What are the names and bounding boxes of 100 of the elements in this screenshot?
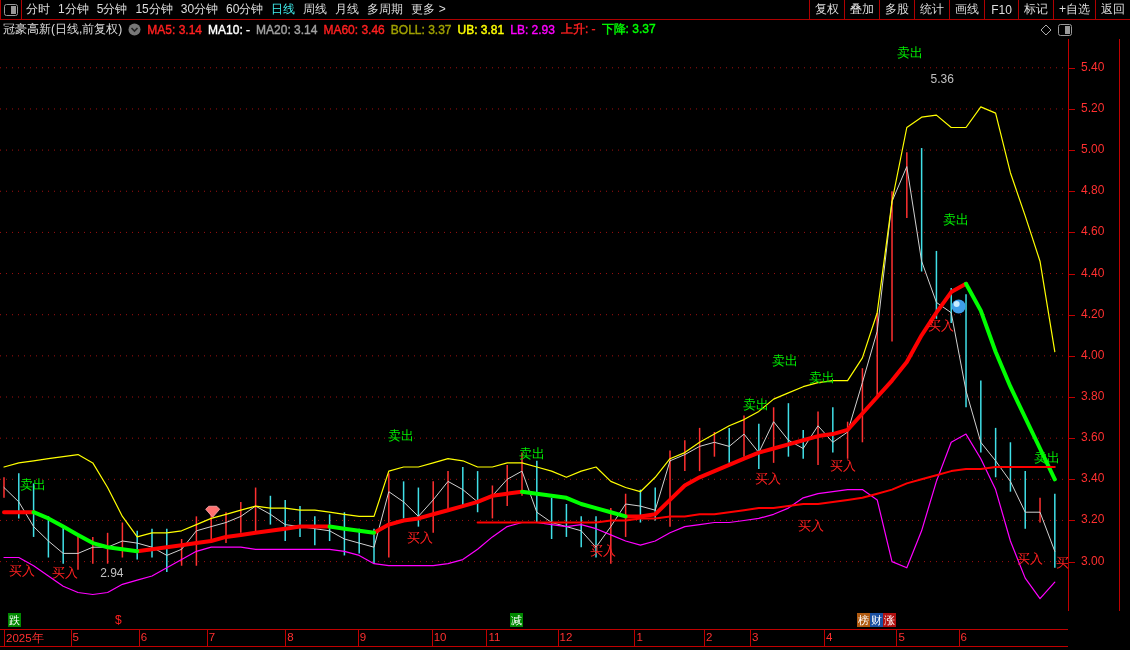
candlestick — [906, 151, 908, 219]
candlestick — [506, 464, 508, 507]
event-tag[interactable]: 跌 — [8, 613, 22, 627]
date-axis-label: 5 — [898, 631, 905, 643]
candlestick — [417, 486, 420, 528]
period-tab[interactable]: 30分钟 — [176, 0, 223, 19]
toolbar-button[interactable]: +自选 — [1053, 0, 1095, 19]
indicator-value: MA5: 3.14 — [147, 22, 203, 37]
price-axis-label: 4.20 — [1081, 306, 1105, 321]
candlestick — [698, 427, 701, 472]
candlestick — [1009, 441, 1012, 493]
price-axis-label: 3.40 — [1081, 471, 1105, 486]
candlestick — [639, 488, 642, 524]
price-axis-label: 5.00 — [1081, 142, 1105, 157]
candlestick — [846, 420, 849, 460]
date-axis-label: 12 — [559, 631, 573, 643]
toolbar-button[interactable]: 多股 — [879, 0, 914, 19]
candlestick — [299, 505, 301, 538]
sell-signal: 卖出 — [20, 476, 46, 492]
candlestick — [491, 484, 494, 520]
event-tag[interactable]: 榜 — [856, 613, 870, 627]
price-axis-label: 4.60 — [1081, 224, 1105, 239]
price-axis-label: 4.00 — [1081, 347, 1105, 362]
period-tab[interactable]: 周线 — [299, 0, 332, 19]
toolbar-button[interactable]: 统计 — [914, 0, 949, 19]
price-axis-label: 3.00 — [1081, 553, 1105, 568]
toolbar-button[interactable]: 标记 — [1018, 0, 1053, 19]
price-axis-label: 5.40 — [1081, 59, 1105, 74]
candlestick — [343, 511, 346, 557]
toolbar-button[interactable]: 画线 — [949, 0, 984, 19]
price-label: 5.36 — [930, 72, 954, 87]
period-tab[interactable]: 日线 — [267, 0, 300, 19]
period-tab[interactable]: 60分钟 — [222, 0, 268, 19]
candlestick — [950, 287, 952, 324]
panel-toggle-button[interactable] — [0, 0, 22, 19]
toolbar-button[interactable]: 复权 — [809, 0, 844, 19]
sell-signal: 卖出 — [772, 353, 799, 369]
dropdown-icon[interactable] — [128, 23, 142, 36]
sell-signal: 卖出 — [519, 446, 546, 462]
candlestick — [580, 515, 582, 548]
sell-signal: 卖出 — [387, 427, 414, 443]
candlestick — [328, 513, 331, 542]
candlestick — [565, 503, 568, 538]
candlestick — [269, 495, 272, 526]
buy-signal: 买入 — [1016, 551, 1043, 566]
candlestick — [3, 476, 5, 499]
ball-icon — [951, 299, 966, 314]
candlestick — [728, 427, 730, 464]
period-tab[interactable]: 15分钟 — [131, 0, 177, 19]
candlestick — [743, 414, 745, 458]
candlestick — [18, 472, 20, 520]
date-axis-label: 2025年 — [6, 631, 44, 646]
sell-signal: 卖出 — [942, 211, 969, 227]
sell-signal: 卖出 — [809, 369, 836, 385]
period-tab[interactable]: 分时 — [22, 0, 54, 19]
candlestick — [373, 527, 375, 565]
period-tab[interactable]: 1分钟 — [54, 0, 93, 19]
price-axis-label: 4.80 — [1081, 183, 1105, 198]
toolbar-button[interactable]: 返回 — [1095, 0, 1130, 19]
candlestick — [240, 501, 242, 534]
buy-signal: 买入 — [754, 470, 781, 486]
date-axis-label: 1 — [636, 631, 643, 643]
date-axis-label: 4 — [825, 631, 833, 643]
gem-icon — [205, 505, 221, 518]
candlestick — [758, 423, 760, 470]
candlestick — [536, 460, 538, 524]
date-axis-label: 6 — [960, 631, 967, 643]
candlestick — [151, 527, 153, 559]
candlestick — [550, 497, 553, 540]
period-tab[interactable]: 5分钟 — [92, 0, 132, 19]
period-tab[interactable]: 月线 — [331, 0, 364, 19]
period-tab[interactable]: 多周期 — [363, 0, 408, 19]
candlestick — [624, 492, 627, 538]
date-axis-label: 3 — [751, 631, 759, 643]
indicator-value: BOLL: 3.37 — [390, 22, 452, 37]
toolbar-button[interactable]: F10 — [984, 0, 1018, 19]
candlestick — [314, 515, 316, 546]
event-tag[interactable]: 涨 — [883, 613, 897, 627]
event-tag[interactable]: 减 — [510, 613, 524, 627]
panel-toggle-icon[interactable] — [1058, 23, 1072, 36]
buy-signal: 买入 — [830, 458, 857, 474]
candlestick — [802, 429, 804, 460]
toolbar-button[interactable]: 叠加 — [844, 0, 879, 19]
price-axis-label: 3.60 — [1081, 430, 1105, 445]
candlestick — [180, 538, 183, 567]
date-axis-label: 10 — [433, 631, 447, 643]
panel-toggle-icon — [4, 3, 18, 16]
sell-signal: 卖出 — [896, 44, 923, 60]
indicator-value: MA20: 3.14 — [256, 22, 318, 37]
event-marker[interactable]: $ — [115, 613, 122, 627]
buy-signal: 买入 — [51, 565, 78, 581]
candlestick — [166, 527, 168, 573]
price-label: 2.94 — [100, 566, 124, 581]
indicator-value: MA10: - — [208, 22, 251, 37]
indicator-value: 上升: - — [560, 21, 596, 38]
diamond-icon[interactable] — [1040, 23, 1052, 36]
buy-signal: 买入 — [927, 318, 954, 334]
buy-signal: 买入 — [8, 563, 35, 579]
candlestick — [432, 480, 434, 534]
period-tab[interactable]: 更多 > — [407, 0, 450, 19]
